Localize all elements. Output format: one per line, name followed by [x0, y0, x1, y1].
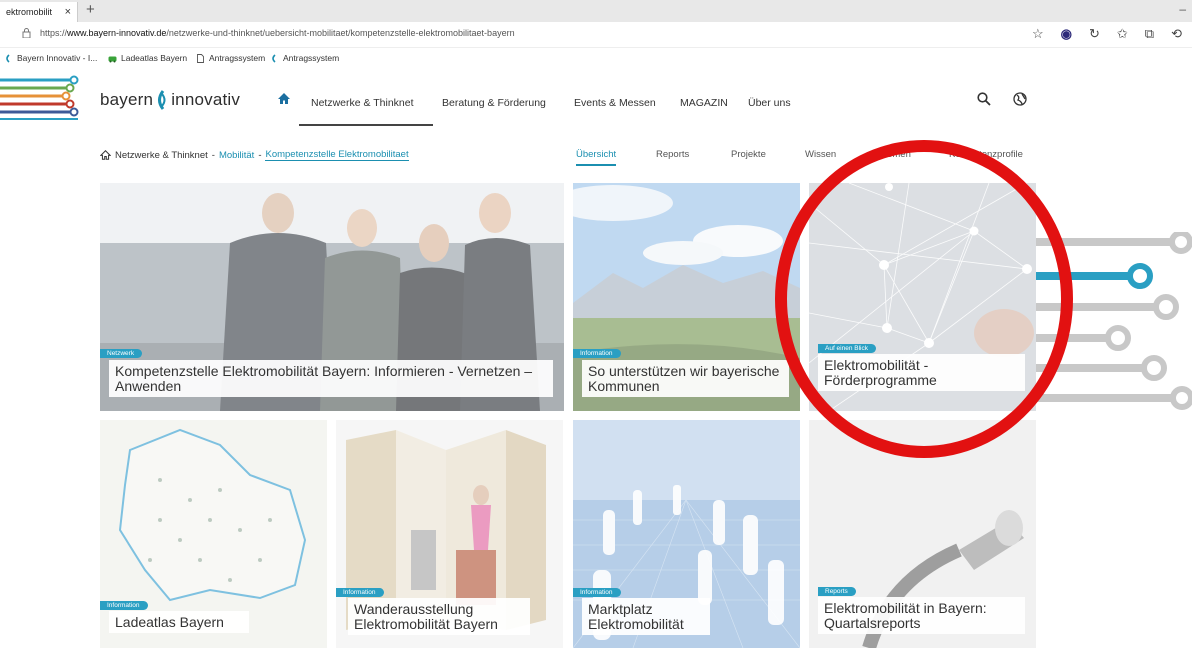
- bookmark-label: Antragssystem: [283, 53, 340, 63]
- tile-badge: Information: [100, 601, 148, 610]
- nav-beratung-foerderung[interactable]: Beratung & Förderung: [442, 97, 546, 109]
- url-prefix: https://: [40, 28, 68, 38]
- tile-badge: Reports: [818, 587, 856, 596]
- breadcrumb-separator: -: [258, 149, 262, 161]
- breadcrumb-mobilitaet[interactable]: Mobilität: [219, 150, 254, 161]
- breadcrumb-current[interactable]: Kompetenzstelle Elektromobilitaet: [265, 149, 409, 161]
- new-tab-button[interactable]: +: [86, 1, 95, 18]
- tile-badge: Information: [573, 588, 621, 597]
- tile-marktplatz[interactable]: Information Marktplatz Elektromobilität: [573, 420, 800, 648]
- collections-icon[interactable]: ⧉: [1145, 26, 1154, 42]
- url-host: www.bayern-innovativ.de: [67, 28, 167, 38]
- logo-text-right: innovativ: [171, 90, 241, 109]
- nav-events-messen[interactable]: Events & Messen: [574, 97, 656, 109]
- site-logo[interactable]: bayern innovativ: [100, 90, 240, 110]
- url-path: /netzwerke-und-thinknet/uebersicht-mobil…: [166, 28, 515, 38]
- tile-wanderausstellung[interactable]: Information Wanderausstellung Elektromob…: [336, 420, 563, 648]
- breadcrumb-home-icon[interactable]: [100, 150, 111, 160]
- bookmark-label: Antragssystem: [209, 53, 266, 63]
- decorative-lines-icon: [0, 75, 79, 120]
- tile-caption: Ladeatlas Bayern: [109, 611, 249, 633]
- subnav-projekte[interactable]: Projekte: [731, 149, 766, 160]
- subnav-reports[interactable]: Reports: [656, 149, 689, 160]
- bookmark-bayern-innovativ[interactable]: Bayern Innovativ - I...: [4, 53, 97, 63]
- tile-kompetenzstelle[interactable]: Netzwerk Kompetenzstelle Elektromobilitä…: [100, 183, 564, 411]
- browser-tab[interactable]: ektromobilit ×: [0, 2, 78, 22]
- tile-caption: So unterstützen wir bayerische Kommunen: [582, 360, 789, 397]
- tile-badge: Netzwerk: [100, 349, 143, 358]
- tile-kommunen[interactable]: Information So unterstützen wir bayerisc…: [573, 183, 800, 411]
- subnav-uebersicht[interactable]: Übersicht: [576, 149, 617, 166]
- tile-caption: Wanderausstellung Elektromobilität Bayer…: [348, 598, 530, 635]
- home-icon[interactable]: [277, 92, 291, 105]
- close-tab-icon[interactable]: ×: [65, 2, 71, 22]
- tab-title: ektromobilit: [6, 7, 53, 17]
- nav-netzwerke-thinknet[interactable]: Netzwerke & Thinknet: [311, 97, 414, 109]
- browser-toolbar: ☆ ◉ ↻ ✩ ⧉ ⟲: [1032, 26, 1182, 42]
- subnav-wissen[interactable]: Wissen: [805, 149, 836, 160]
- tile-caption: Kompetenzstelle Elektromobilität Bayern:…: [109, 360, 553, 397]
- nav-magazin[interactable]: MAGAZIN: [680, 97, 728, 109]
- url-text[interactable]: https://www.bayern-innovativ.de/netzwerk…: [40, 28, 515, 38]
- bayern-innovativ-icon: [272, 53, 276, 63]
- bookmark-antragssystem-1[interactable]: Antragssystem: [196, 53, 265, 63]
- tile-ladeatlas[interactable]: Information Ladeatlas Bayern: [100, 420, 327, 648]
- nav-ueber-uns[interactable]: Über uns: [748, 97, 791, 109]
- bookmarks-bar: Bayern Innovativ - I... Ladeatlas Bayern…: [0, 48, 1192, 70]
- history-icon[interactable]: ⟲: [1171, 26, 1182, 42]
- minimize-icon[interactable]: –: [1179, 2, 1186, 16]
- logo-mark-icon: [158, 90, 166, 110]
- page-icon: [197, 53, 204, 63]
- bayern-innovativ-icon: [6, 53, 10, 63]
- search-icon[interactable]: [977, 92, 991, 106]
- read-aloud-icon[interactable]: ☆: [1032, 26, 1044, 42]
- breadcrumb-root[interactable]: Netzwerke & Thinknet: [115, 150, 208, 161]
- nav-active-indicator: [299, 124, 433, 126]
- globe-icon[interactable]: [1013, 92, 1027, 106]
- ublock-icon[interactable]: ◉: [1061, 26, 1072, 42]
- tile-caption: Elektromobilität in Bayern: Quartalsrepo…: [818, 597, 1025, 634]
- logo-text-left: bayern: [100, 90, 154, 109]
- refresh-extension-icon[interactable]: ↻: [1089, 26, 1100, 42]
- bookmark-ladeatlas[interactable]: Ladeatlas Bayern: [108, 53, 187, 63]
- address-bar[interactable]: https://www.bayern-innovativ.de/netzwerk…: [0, 22, 1192, 48]
- bookmark-label: Ladeatlas Bayern: [121, 53, 188, 63]
- bookmark-label: Bayern Innovativ - I...: [17, 53, 98, 63]
- tile-badge: Information: [336, 588, 384, 597]
- bookmark-antragssystem-2[interactable]: Antragssystem: [270, 53, 339, 63]
- tile-caption: Marktplatz Elektromobilität: [582, 598, 710, 635]
- tile-badge: Information: [573, 349, 621, 358]
- highlight-circle: [775, 140, 1073, 458]
- breadcrumb-separator: -: [211, 149, 215, 161]
- breadcrumb: Netzwerke & Thinknet - Mobilität - Kompe…: [100, 149, 409, 161]
- car-icon: [108, 56, 117, 62]
- favorites-icon[interactable]: ✩: [1117, 26, 1128, 42]
- lock-icon: [22, 28, 31, 38]
- browser-tab-bar: ektromobilit × + –: [0, 0, 1192, 22]
